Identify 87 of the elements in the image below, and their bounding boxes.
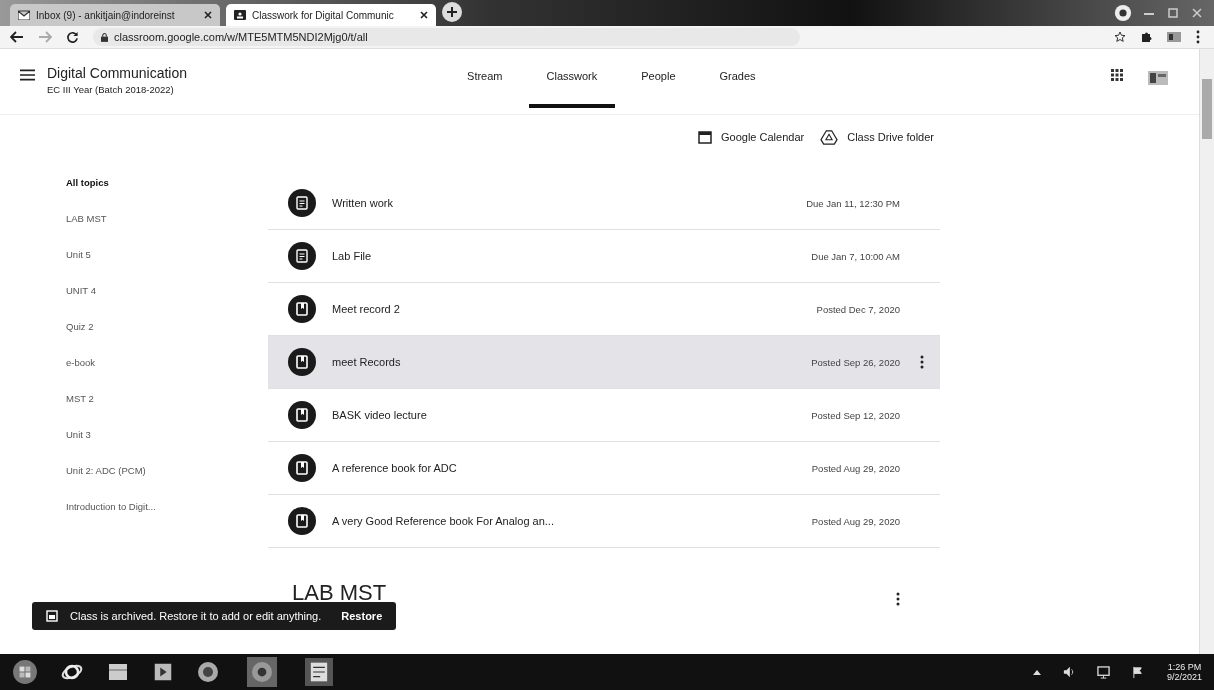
book-icon [288,295,316,323]
topic-link[interactable]: Introduction to Digit... [66,501,268,514]
close-icon[interactable] [204,11,212,19]
more-options-icon[interactable] [896,592,900,606]
apps-grid-icon[interactable] [1111,69,1123,81]
classwork-row[interactable]: Written work Due Jan 11, 12:30 PM [268,177,940,230]
star-icon[interactable] [1114,31,1126,43]
class-title: Digital Communication [47,65,188,81]
classwork-date: Posted Aug 29, 2020 [811,462,900,474]
drive-link[interactable]: Google Calendar [698,129,805,145]
clipboard-icon [288,242,316,270]
menu-icon[interactable] [20,69,35,81]
scrollbar[interactable] [1199,49,1214,654]
archive-icon [46,610,58,622]
network-icon[interactable] [1096,665,1110,679]
more-options-icon[interactable] [920,355,924,369]
classwork-row[interactable]: meet Records Posted Sep 26, 2020 [268,336,940,389]
book-icon [288,507,316,535]
classwork-title: A reference book for ADC [332,462,458,474]
menu-icon[interactable] [1196,30,1200,44]
classwork-row[interactable]: A reference book for ADC Posted Aug 29, 2020 [268,442,940,495]
document-app-icon[interactable] [304,658,334,686]
classwork-date: Due Jan 7, 10:00 AM [811,250,900,262]
classwork-date: Posted Dec 7, 2020 [816,303,900,315]
board-icon [234,10,246,20]
topic-link[interactable]: UNIT 4 [66,285,268,298]
puzzle-icon[interactable] [1140,31,1152,43]
flag-icon[interactable] [1131,665,1145,679]
address-bar[interactable]: classroom.google.com/w/MTE5MTM5NDI2Mjg0/t/all [93,28,800,46]
drive-icon [820,129,839,145]
calendar-icon [698,130,712,144]
clipboard-icon [288,189,316,217]
drive-link[interactable]: Class Drive folder [820,129,934,145]
mail-icon [18,10,30,20]
speaker-icon[interactable] [1062,666,1075,678]
maximize-icon[interactable] [1166,8,1180,18]
school-logo-icon[interactable] [1147,69,1169,87]
classwork-title: A very Good Reference book For Analog an... [332,515,555,527]
url-text: classroom.google.com/w/MTE5MTM5NDI2Mjg0/t/all [114,31,368,43]
classwork-date: Posted Sep 26, 2020 [811,356,900,368]
topic-link[interactable]: Unit 2: ADC (PCM) [66,465,268,478]
tab-title: Inbox (9) - ankitjain@indoreinst [36,9,176,21]
classwork-row[interactable]: BASK video lecture Posted Sep 12, 2020 [268,389,940,442]
topic-link[interactable]: MST 2 [66,393,268,406]
nav-tab[interactable]: Grades [701,65,774,108]
restore-button[interactable]: Restore [333,610,383,622]
clock-time: 1:26 PM [1167,662,1202,672]
nav-tab[interactable]: Classwork [528,65,616,108]
lock-icon [101,32,108,42]
classwork-row[interactable]: A very Good Reference book For Analog an... Posted Aug 29, 2020 [268,495,940,548]
profile-icon[interactable] [1114,4,1132,22]
book-icon [288,348,316,376]
extension-icon[interactable] [1166,31,1182,43]
snackbar-message: Class is archived. Restore it to add or edit anything. [70,610,322,622]
nav-tab[interactable]: Stream [449,65,521,108]
clock-date: 9/2/2021 [1166,672,1202,682]
book-icon [288,401,316,429]
close-icon[interactable] [420,11,428,19]
browser-tab[interactable]: Classwork for Digital Communic [226,4,436,26]
browser-tab[interactable]: Inbox (9) - ankitjain@indoreinst [10,4,220,26]
topic-link[interactable]: Quiz 2 [66,321,268,334]
tab-title: Classwork for Digital Communic [252,9,395,21]
media-player-icon[interactable] [152,661,174,683]
new-tab-icon[interactable] [442,2,462,22]
section-heading: LAB MST [292,580,387,606]
book-icon [288,454,316,482]
topic-link[interactable]: Unit 3 [66,429,268,442]
circle-app-icon[interactable] [196,660,220,684]
tray-arrow-icon[interactable] [1032,669,1041,675]
nav-tab[interactable]: People [623,65,694,108]
topic-link[interactable]: e-book [66,357,268,370]
start-orb-icon[interactable] [12,659,38,685]
back-arrow-icon[interactable] [10,31,24,43]
classwork-row[interactable]: Lab File Due Jan 7, 10:00 AM [268,230,940,283]
classwork-title: Lab File [332,250,373,262]
classwork-title: meet Records [332,356,402,368]
topic-link[interactable]: All topics [66,177,268,190]
classwork-date: Posted Aug 29, 2020 [811,515,900,527]
topic-link[interactable]: LAB MST [66,213,268,226]
class-subtitle: EC III Year (Batch 2018-2022) [47,84,175,95]
classwork-title: BASK video lecture [332,409,428,421]
reload-icon[interactable] [66,30,79,44]
classwork-title: Meet record 2 [332,303,401,315]
classwork-date: Posted Sep 12, 2020 [811,409,900,421]
topic-link[interactable]: Unit 5 [66,249,268,262]
classwork-date: Due Jan 11, 12:30 PM [806,197,900,209]
classwork-title: Written work [332,197,394,209]
